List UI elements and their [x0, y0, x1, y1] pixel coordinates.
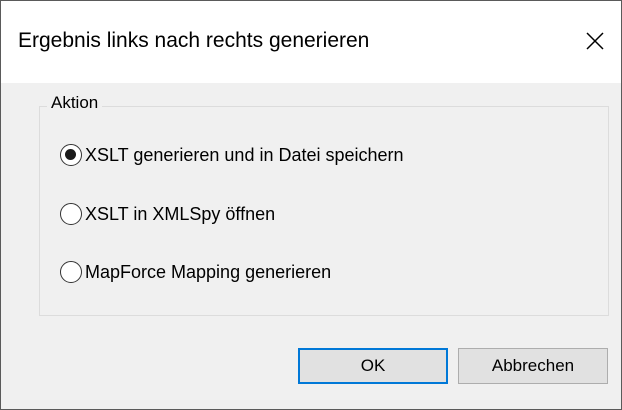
cancel-button[interactable]: Abbrechen — [458, 348, 608, 384]
radio-option-xslt-save[interactable]: XSLT generieren und in Datei speichern — [60, 141, 404, 169]
radio-label: XSLT generieren und in Datei speichern — [85, 144, 404, 165]
ok-button[interactable]: OK — [298, 348, 448, 384]
radio-button[interactable] — [60, 261, 82, 283]
groupbox-label: Aktion — [47, 93, 103, 113]
title-bar: Ergebnis links nach rechts generieren — [1, 1, 621, 83]
close-button[interactable] — [575, 21, 615, 61]
radio-label: MapForce Mapping generieren — [85, 261, 332, 282]
radio-option-xmlspy-open[interactable]: XSLT in XMLSpy öffnen — [60, 200, 275, 228]
close-icon — [586, 32, 604, 50]
radio-button[interactable] — [60, 203, 82, 225]
radio-option-mapforce-mapping[interactable]: MapForce Mapping generieren — [60, 258, 331, 286]
dialog-window: Ergebnis links nach rechts generieren Ak… — [0, 0, 622, 410]
radio-button-checked[interactable] — [60, 144, 82, 166]
dialog-title: Ergebnis links nach rechts generieren — [18, 29, 370, 52]
radio-label: XSLT in XMLSpy öffnen — [85, 203, 276, 224]
